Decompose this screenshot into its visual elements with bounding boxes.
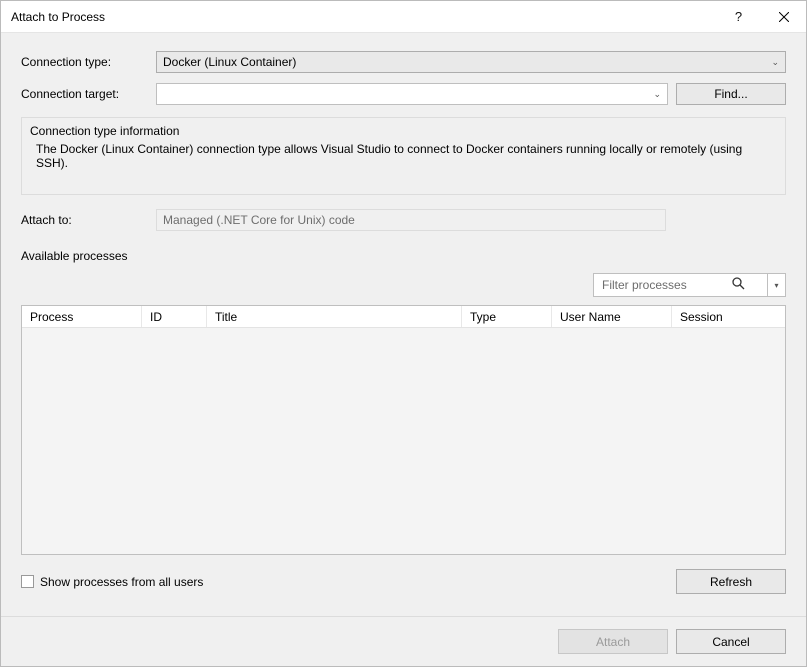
attach-to-row: Attach to: Managed (.NET Core for Unix) …: [21, 209, 786, 231]
connection-type-info: Connection type information The Docker (…: [21, 117, 786, 195]
connection-type-value: Docker (Linux Container): [163, 55, 296, 69]
grid-body: [22, 328, 785, 554]
column-header-process[interactable]: Process: [22, 306, 142, 327]
cancel-button-label: Cancel: [712, 635, 749, 649]
titlebar: Attach to Process ?: [1, 1, 806, 33]
find-button[interactable]: Find...: [676, 83, 786, 105]
connection-target-label: Connection target:: [21, 87, 156, 101]
close-button[interactable]: [761, 1, 806, 33]
info-title: Connection type information: [30, 124, 777, 138]
chevron-down-icon: ⌄: [653, 89, 661, 100]
below-grid-row: Show processes from all users Refresh: [21, 569, 786, 594]
attach-to-value: Managed (.NET Core for Unix) code: [163, 213, 355, 227]
refresh-button[interactable]: Refresh: [676, 569, 786, 594]
column-header-session[interactable]: Session: [672, 306, 785, 327]
attach-button-label: Attach: [596, 635, 630, 649]
show-all-users-checkbox[interactable]: [21, 575, 34, 588]
dialog-footer: Attach Cancel: [1, 616, 806, 666]
filter-dropdown-button[interactable]: ▾: [768, 273, 786, 297]
cancel-button[interactable]: Cancel: [676, 629, 786, 654]
filter-row: Filter processes ▾: [21, 273, 786, 297]
column-header-user-name[interactable]: User Name: [552, 306, 672, 327]
attach-to-field: Managed (.NET Core for Unix) code: [156, 209, 666, 231]
process-grid[interactable]: Process ID Title Type User Name Session: [21, 305, 786, 555]
filter-placeholder: Filter processes: [602, 278, 687, 292]
column-header-type[interactable]: Type: [462, 306, 552, 327]
connection-type-row: Connection type: Docker (Linux Container…: [21, 51, 786, 73]
available-processes-label: Available processes: [21, 249, 786, 263]
dialog-title: Attach to Process: [11, 10, 716, 24]
info-text: The Docker (Linux Container) connection …: [30, 142, 777, 170]
grid-header: Process ID Title Type User Name Session: [22, 306, 785, 328]
chevron-down-icon: ⌄: [771, 57, 779, 68]
connection-type-label: Connection type:: [21, 55, 156, 69]
filter-processes-input[interactable]: Filter processes: [593, 273, 768, 297]
connection-target-combo[interactable]: ⌄: [156, 83, 668, 105]
connection-type-combo[interactable]: Docker (Linux Container) ⌄: [156, 51, 786, 73]
attach-button[interactable]: Attach: [558, 629, 668, 654]
column-header-id[interactable]: ID: [142, 306, 207, 327]
dialog-content: Connection type: Docker (Linux Container…: [1, 33, 806, 616]
attach-to-process-dialog: Attach to Process ? Connection type: Doc…: [0, 0, 807, 667]
close-icon: [779, 12, 789, 22]
find-button-label: Find...: [714, 87, 747, 101]
show-all-users-label: Show processes from all users: [40, 575, 203, 589]
column-header-title[interactable]: Title: [207, 306, 462, 327]
attach-to-label: Attach to:: [21, 213, 156, 227]
refresh-button-label: Refresh: [710, 575, 752, 589]
help-button[interactable]: ?: [716, 1, 761, 33]
connection-target-row: Connection target: ⌄ Find...: [21, 83, 786, 105]
search-icon: [732, 277, 745, 293]
caret-down-icon: ▾: [774, 281, 778, 290]
